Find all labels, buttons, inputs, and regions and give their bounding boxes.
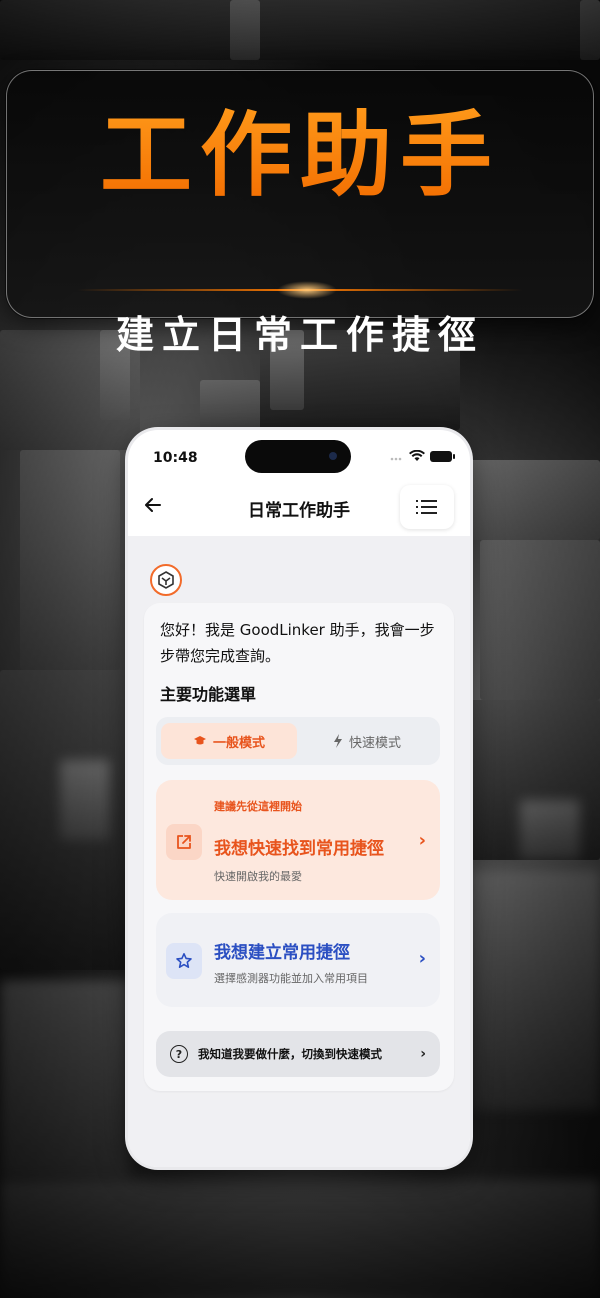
menu-heading: 主要功能選單 <box>160 685 257 704</box>
option-description: 選擇感測器功能並加入常用項目 <box>214 972 368 985</box>
greeting-text: 您好！我是 GoodLinker 助手，我會一步步帶您完成查詢。 <box>160 621 435 665</box>
tab-normal-mode-label: 一般模式 <box>212 735 265 751</box>
nav-bar: 日常工作助手 <box>128 482 470 532</box>
option-description: 快速開啟我的最愛 <box>214 870 302 883</box>
option-title: 我想建立常用捷徑 <box>214 943 350 963</box>
option-find-shortcuts[interactable]: 建議先從這裡開始 我想快速找到常用捷徑 快速開啟我的最愛 › <box>156 780 440 900</box>
title-banner: 工作助手 建立日常工作捷徑 <box>6 70 594 357</box>
option-hint: 建議先從這裡開始 <box>214 800 302 813</box>
tab-quick-mode-label: 快速模式 <box>348 735 401 751</box>
assistant-message-card: 您好！我是 GoodLinker 助手，我會一步步帶您完成查詢。 主要功能選單 … <box>144 603 454 1091</box>
list-icon <box>416 496 437 518</box>
tab-quick-mode[interactable]: 快速模式 <box>299 723 435 759</box>
dynamic-island <box>245 440 351 473</box>
chevron-right-icon: › <box>418 948 426 969</box>
goodlinker-logo-icon <box>150 564 182 596</box>
menu-button[interactable] <box>400 485 454 529</box>
chevron-right-icon: › <box>420 1046 426 1062</box>
status-time: 10:48 <box>153 450 198 466</box>
question-circle-icon: ? <box>170 1045 188 1063</box>
mode-switch: 一般模式 快速模式 <box>156 717 440 765</box>
status-icons <box>390 450 455 462</box>
phone-screen: 10:48 日常工作助手 您好！我是 GoodLinker 助手，我會一步步帶您… <box>128 430 470 1167</box>
graduation-cap-icon <box>193 736 206 745</box>
chat-area: 您好！我是 GoodLinker 助手，我會一步步帶您完成查詢。 主要功能選單 … <box>128 536 470 1167</box>
tab-normal-mode[interactable]: 一般模式 <box>161 723 297 759</box>
banner-glow <box>277 281 337 299</box>
external-link-icon <box>166 824 202 860</box>
battery-icon <box>430 450 455 462</box>
switch-prompt-label: 我知道我要做什麼，切換到快速模式 <box>198 1047 382 1061</box>
status-bar: 10:48 <box>128 430 470 480</box>
option-create-shortcuts[interactable]: 我想建立常用捷徑 選擇感測器功能並加入常用項目 › <box>156 913 440 1007</box>
banner-subtitle: 建立日常工作捷徑 <box>115 313 484 357</box>
banner-title: 工作助手 <box>7 101 593 211</box>
wifi-icon <box>409 450 425 461</box>
switch-to-quick-mode-button[interactable]: ? 我知道我要做什麼，切換到快速模式 › <box>156 1031 440 1077</box>
chevron-right-icon: › <box>418 830 426 851</box>
signal-icon <box>390 457 402 461</box>
option-title: 我想快速找到常用捷徑 <box>214 839 384 859</box>
lightning-icon <box>333 734 342 748</box>
star-icon <box>166 943 202 979</box>
